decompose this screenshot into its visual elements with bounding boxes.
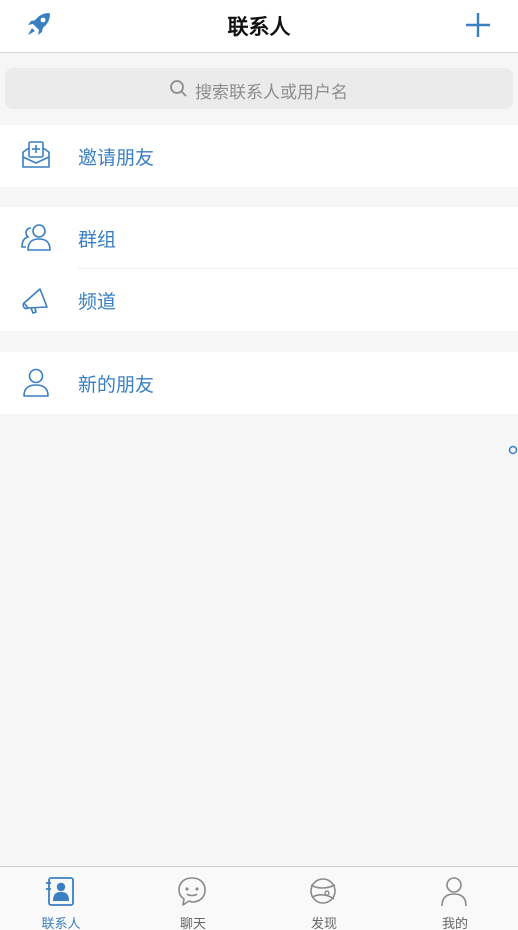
list-item-label: 群组 [78, 229, 117, 251]
megaphone-icon [22, 288, 48, 314]
discover-planet-icon [310, 878, 336, 904]
list-item-channels[interactable]: 频道 [0, 269, 518, 331]
tab-label: 发现 [310, 917, 337, 930]
index-search-icon[interactable] [506, 444, 518, 456]
search-placeholder: 搜索联系人或用户名 [195, 83, 348, 103]
groups-channels-group: 群组 频道 [0, 207, 518, 331]
invite-group: 邀请朋友 [0, 125, 518, 187]
me-icon [441, 877, 467, 907]
tab-contacts[interactable]: 联系人 [0, 867, 126, 930]
search-icon [170, 80, 187, 97]
chat-icon [178, 877, 206, 906]
person-icon [23, 368, 49, 397]
new-friends-group: 新的朋友 [0, 352, 518, 414]
list-item-label: 频道 [78, 291, 117, 313]
tab-chat[interactable]: 聊天 [128, 867, 258, 930]
nav-header: 联系人 [0, 0, 518, 53]
contacts-screen: 联系人 搜索联系人或用户名 邀请朋友 群组 频道 新的朋友 联系人 聊天 发现 … [0, 0, 518, 930]
list-item-new-friends[interactable]: 新的朋友 [0, 352, 518, 414]
tab-discover[interactable]: 发现 [259, 867, 389, 930]
list-item-label: 邀请朋友 [78, 147, 155, 169]
list-item-invite-friends[interactable]: 邀请朋友 [0, 125, 518, 187]
contacts-icon [46, 877, 74, 906]
plus-icon[interactable] [464, 11, 492, 39]
tab-label: 我的 [441, 917, 468, 930]
tab-bar: 联系人 聊天 发现 我的 [0, 866, 518, 930]
group-icon [21, 224, 51, 251]
list-item-groups[interactable]: 群组 [0, 207, 518, 269]
search-area: 搜索联系人或用户名 [0, 53, 518, 123]
tab-label: 联系人 [41, 917, 81, 930]
tab-me[interactable]: 我的 [390, 867, 518, 930]
tab-label: 聊天 [179, 917, 206, 930]
invite-mail-icon [22, 141, 50, 168]
search-input[interactable]: 搜索联系人或用户名 [5, 68, 513, 109]
page-title: 联系人 [227, 15, 291, 39]
list-item-label: 新的朋友 [78, 374, 155, 396]
